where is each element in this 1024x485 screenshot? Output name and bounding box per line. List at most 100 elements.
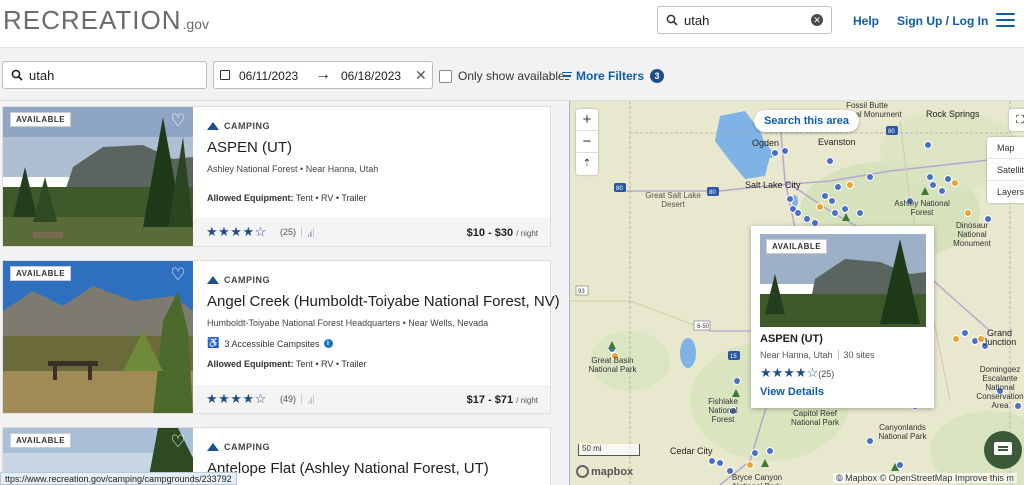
filter-icon <box>562 70 572 83</box>
filter-bar: utah 06/11/2023 → 06/18/2023 ✕ Only show… <box>0 48 1024 101</box>
location-search-value: utah <box>29 67 55 83</box>
popup-photo[interactable]: AVAILABLE <box>760 234 926 327</box>
tent-icon <box>207 443 219 451</box>
favorite-heart-icon[interactable]: ♡ <box>169 433 187 451</box>
clear-search-icon[interactable]: ✕ <box>811 14 823 26</box>
campground-title[interactable]: Angel Creek (Humboldt-Toiyabe National F… <box>207 293 560 310</box>
logo-text: RECREATION <box>3 5 182 35</box>
campground-title[interactable]: Antelope Flat (Ashley National Forest, U… <box>207 460 489 477</box>
start-date[interactable]: 06/11/2023 <box>239 69 298 83</box>
menu-icon[interactable] <box>996 13 1015 27</box>
category-text: CAMPING <box>224 121 270 131</box>
mapbox-logo[interactable]: mapbox <box>576 465 633 478</box>
layer-satellite-option[interactable]: Satellite <box>987 159 1024 181</box>
zoom-out-button[interactable]: − <box>576 131 598 153</box>
signup-login-link[interactable]: Sign Up / Log In <box>897 14 988 28</box>
map-popup[interactable]: AVAILABLE ASPEN (UT) Near Hanna, Utah 30 … <box>751 226 934 408</box>
help-link[interactable]: Help <box>853 14 879 28</box>
more-filters-count-badge: 3 <box>650 69 665 83</box>
review-count: (49) <box>280 394 297 404</box>
svg-text:93: 93 <box>578 289 585 295</box>
popup-review-count: (25) <box>818 369 835 379</box>
campground-subtitle: Humboldt-Toiyabe National Forest Headqua… <box>207 318 489 328</box>
date-range-picker[interactable]: 06/11/2023 → 06/18/2023 ✕ <box>213 61 433 89</box>
category-label: CAMPING <box>207 442 270 452</box>
more-filters-button[interactable]: More Filters 3 <box>562 69 665 83</box>
result-card[interactable]: AVAILABLE ♡ CAMPING Angel Creek (Humbold… <box>2 260 560 414</box>
category-label: CAMPING <box>207 121 270 131</box>
category-text: CAMPING <box>224 275 270 285</box>
layer-map-option[interactable]: Map <box>987 137 1024 159</box>
layer-layers-option[interactable]: Layers <box>987 181 1024 203</box>
accessible-text: 3 Accessible Campsites <box>224 338 320 349</box>
campground-photo[interactable]: AVAILABLE ♡ <box>3 261 193 413</box>
info-icon[interactable]: i <box>323 339 333 348</box>
category-label: CAMPING <box>207 275 270 285</box>
popup-title[interactable]: ASPEN (UT) <box>760 333 823 345</box>
favorite-heart-icon[interactable]: ♡ <box>169 266 187 284</box>
view-details-link[interactable]: View Details <box>760 386 824 398</box>
recreation-gov-logo[interactable]: RECREATION .gov <box>3 5 209 36</box>
tent-icon <box>207 276 219 284</box>
card-footer: ★★★★☆ (49) $17 - $71 / night <box>193 385 550 413</box>
favorite-heart-icon[interactable]: ♡ <box>169 112 187 130</box>
map-label-evanston: Evanston <box>818 137 856 147</box>
header-search-input[interactable]: utah ✕ <box>657 6 832 34</box>
price-range: $10 - $30 / night <box>467 227 538 239</box>
results-list: AVAILABLE ♡ CAMPING ASPEN (UT) Ashley Na… <box>0 101 569 485</box>
search-icon <box>666 14 678 26</box>
map-label-great-salt-lake-desert: Great Salt Lake Desert <box>645 191 701 209</box>
map-attribution[interactable]: © Mapbox © OpenStreetMap Improve this m <box>833 473 1017 483</box>
svg-text:15: 15 <box>730 354 737 360</box>
price-value: $17 - $71 <box>466 394 514 406</box>
map-label-grand-junction: Grand Junction <box>982 328 1017 347</box>
map-label-capitol-reef: Capitol Reef National Park <box>790 409 840 427</box>
card-body: CAMPING Antelope Flat (Ashley National F… <box>204 428 550 485</box>
card-footer: ★★★★☆ (25) $10 - $30 / night <box>193 218 550 246</box>
allowed-equipment: Allowed Equipment: Tent • RV • Trailer <box>207 193 367 203</box>
location-search-input[interactable]: utah <box>2 61 207 89</box>
svg-text:6-50: 6-50 <box>697 324 710 330</box>
calendar-icon <box>220 70 230 80</box>
more-filters-label: More Filters <box>576 69 645 83</box>
map-label-rock-springs: Rock Springs <box>926 109 980 119</box>
compass-reset-button[interactable]: ⇡ <box>576 153 598 175</box>
price-unit: / night <box>516 396 538 405</box>
result-card[interactable]: AVAILABLE ♡ CAMPING ASPEN (UT) Ashley Na… <box>2 106 551 247</box>
search-icon <box>11 69 23 81</box>
site-header: RECREATION .gov utah ✕ Help Sign Up / Lo… <box>0 0 1024 48</box>
availability-badge: AVAILABLE <box>10 112 72 127</box>
clear-dates-icon[interactable]: ✕ <box>415 67 427 84</box>
search-this-area-button[interactable]: Search this area <box>754 110 859 132</box>
equipment-label: Allowed Equipment: <box>207 193 294 203</box>
map-label-ashley-national-forest: Ashley National Forest <box>894 199 950 217</box>
zoom-in-button[interactable]: + <box>576 109 598 131</box>
map-panel[interactable]: 80 80 80 15 6-50 93 Ogden Evanston Salt … <box>569 101 1024 485</box>
allowed-equipment: Allowed Equipment: Tent • RV • Trailer <box>207 359 367 369</box>
campground-subtitle: Ashley National Forest • Near Hanna, Uta… <box>207 164 379 174</box>
only-available-toggle[interactable]: Only show available <box>439 69 565 83</box>
campground-title[interactable]: ASPEN (UT) <box>207 139 292 156</box>
tent-icon <box>207 122 219 130</box>
chat-icon[interactable] <box>984 431 1022 469</box>
mapbox-text: mapbox <box>591 465 634 478</box>
review-count: (25) <box>280 227 297 237</box>
accessible-campsites: ♿ 3 Accessible Campsites i <box>207 338 333 349</box>
only-available-checkbox[interactable] <box>439 69 452 83</box>
availability-bars-icon <box>301 394 313 404</box>
availability-badge: AVAILABLE <box>10 266 72 281</box>
equipment-label: Allowed Equipment: <box>207 359 294 369</box>
rating-stars: ★★★★☆ <box>206 224 267 239</box>
end-date[interactable]: 06/18/2023 <box>341 69 401 83</box>
campground-photo[interactable]: AVAILABLE ♡ <box>3 107 193 246</box>
popup-sites: 30 sites <box>843 350 875 360</box>
equipment-value: Tent • RV • Trailer <box>295 359 367 369</box>
map-label-cedar-city: Cedar City <box>670 446 713 456</box>
price-value: $10 - $30 <box>466 227 514 239</box>
map-label-ogden: Ogden <box>752 138 780 148</box>
fullscreen-icon[interactable]: ⛶ <box>1009 109 1024 131</box>
map-scale: 50 mi <box>578 444 640 456</box>
category-text: CAMPING <box>224 442 270 452</box>
svg-text:80: 80 <box>709 190 716 196</box>
map-label-fishlake: Fishlake National Forest <box>708 397 738 424</box>
